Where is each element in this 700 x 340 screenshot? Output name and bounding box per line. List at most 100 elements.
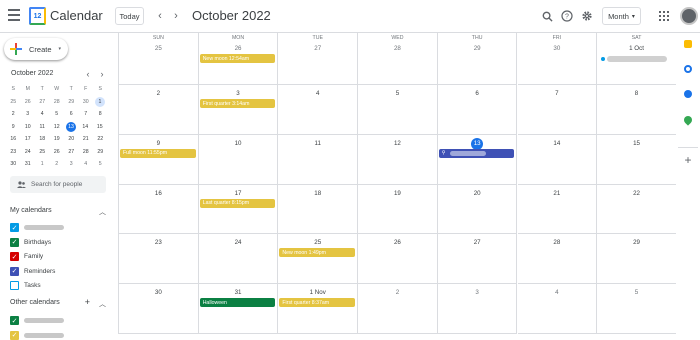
day-number[interactable]: 26 bbox=[358, 239, 437, 246]
calendar-checkbox[interactable]: ✓ bbox=[10, 252, 19, 261]
day-number[interactable]: 8 bbox=[597, 90, 676, 97]
mini-day[interactable]: 11 bbox=[35, 121, 50, 134]
event-chip[interactable]: First quarter 3:14am bbox=[199, 99, 276, 108]
day-number[interactable]: 16 bbox=[119, 190, 198, 197]
mini-day[interactable]: 5 bbox=[50, 108, 65, 121]
calendar-checkbox[interactable]: ✓ bbox=[10, 237, 19, 247]
mini-day[interactable]: 2 bbox=[50, 158, 65, 171]
add-calendar-icon[interactable]: + bbox=[85, 298, 90, 309]
calendar-checkbox[interactable]: ✓ bbox=[10, 266, 19, 276]
day-number[interactable]: 12 bbox=[358, 140, 437, 147]
day-cell[interactable]: 24 bbox=[198, 234, 279, 285]
mini-day-today[interactable]: 13 bbox=[66, 121, 76, 132]
mini-day[interactable]: 9 bbox=[6, 121, 21, 134]
mini-day[interactable]: 25 bbox=[35, 146, 50, 159]
mini-day[interactable]: 24 bbox=[21, 146, 36, 159]
mini-prev-button[interactable]: ‹ bbox=[84, 69, 92, 79]
settings-button[interactable] bbox=[580, 9, 594, 23]
day-number[interactable]: 2 bbox=[358, 289, 437, 296]
calendar-item[interactable]: ✓ bbox=[10, 316, 64, 325]
day-number[interactable]: 28 bbox=[358, 45, 437, 52]
day-number[interactable]: 20 bbox=[438, 190, 517, 197]
main-menu-icon[interactable] bbox=[8, 9, 22, 21]
mini-day[interactable]: 26 bbox=[21, 96, 36, 109]
day-number[interactable]: 17 bbox=[199, 190, 278, 197]
day-number[interactable]: 7 bbox=[518, 90, 597, 97]
day-cell[interactable]: 12 bbox=[358, 134, 438, 185]
day-cell[interactable]: 13 bbox=[437, 134, 518, 185]
day-number[interactable]: 1 Oct bbox=[597, 45, 676, 52]
day-number[interactable]: 22 bbox=[597, 190, 676, 197]
day-number[interactable]: 5 bbox=[597, 289, 676, 296]
mini-day[interactable]: 7 bbox=[79, 108, 94, 121]
calendar-item[interactable]: ✓ Reminders bbox=[10, 266, 55, 276]
mini-day[interactable]: 1 bbox=[35, 158, 50, 171]
day-cell[interactable]: THU 29 bbox=[437, 33, 518, 85]
add-addon-button[interactable]: + bbox=[682, 153, 694, 167]
day-number[interactable]: 29 bbox=[438, 45, 517, 52]
mini-day[interactable]: 14 bbox=[78, 121, 93, 134]
mini-day[interactable]: 31 bbox=[21, 158, 36, 171]
day-number[interactable]: 5 bbox=[358, 90, 437, 97]
day-number-today[interactable]: 13 bbox=[438, 137, 517, 150]
day-number[interactable]: 6 bbox=[438, 90, 517, 97]
mini-day[interactable]: 17 bbox=[21, 133, 36, 146]
day-number[interactable]: 1 Nov bbox=[278, 289, 357, 296]
day-number[interactable]: 9 bbox=[119, 140, 198, 147]
event-chip[interactable]: New moon 12:54am bbox=[199, 54, 276, 63]
mini-next-button[interactable]: › bbox=[98, 69, 106, 79]
day-number[interactable]: 18 bbox=[278, 190, 357, 197]
day-cell[interactable]: 19 bbox=[358, 184, 438, 235]
day-number[interactable]: 29 bbox=[597, 239, 676, 246]
mini-day[interactable]: 4 bbox=[79, 158, 94, 171]
day-number[interactable]: 4 bbox=[518, 289, 597, 296]
day-cell[interactable]: 3 bbox=[198, 85, 279, 135]
search-people-field[interactable]: Search for people bbox=[10, 176, 106, 193]
day-cell[interactable]: 4 bbox=[278, 85, 359, 135]
mini-day[interactable]: 29 bbox=[93, 146, 108, 159]
calendar-checkbox[interactable]: ✓ bbox=[10, 330, 19, 340]
event-chip[interactable]: Full moon 11:55pm bbox=[120, 148, 196, 158]
mini-day[interactable]: 22 bbox=[93, 133, 108, 146]
event-chip[interactable]: Halloween bbox=[199, 298, 276, 308]
mini-day[interactable]: 16 bbox=[6, 133, 21, 146]
day-number[interactable]: 3 bbox=[199, 90, 278, 97]
mini-day[interactable]: 21 bbox=[79, 133, 94, 146]
mini-day[interactable]: 28 bbox=[50, 96, 65, 109]
mini-day[interactable]: 30 bbox=[6, 158, 21, 171]
event-chip[interactable]: ⚲ bbox=[438, 148, 515, 158]
mini-day[interactable]: 4 bbox=[35, 108, 50, 121]
calendar-item[interactable]: ✓ Family bbox=[10, 252, 43, 261]
event-chip[interactable]: First quarter 8:37am bbox=[279, 298, 356, 308]
day-cell[interactable]: 9 bbox=[119, 134, 199, 185]
event-chip[interactable]: Last quarter 8:15pm bbox=[199, 198, 276, 208]
day-number[interactable]: 15 bbox=[597, 140, 676, 147]
day-cell[interactable]: 2 bbox=[119, 85, 199, 135]
day-cell[interactable]: 15 bbox=[597, 134, 677, 185]
day-cell[interactable]: 29 bbox=[597, 234, 677, 285]
mini-day[interactable]: 26 bbox=[50, 146, 65, 159]
calendar-item[interactable]: ✓ bbox=[10, 223, 64, 232]
day-cell[interactable]: 31 bbox=[198, 284, 279, 334]
create-button[interactable]: Create ▾ bbox=[4, 38, 68, 60]
day-cell[interactable]: 5 bbox=[358, 85, 438, 135]
day-number[interactable]: 21 bbox=[518, 190, 597, 197]
mini-day[interactable]: 30 bbox=[79, 96, 94, 109]
day-number[interactable]: 11 bbox=[278, 140, 357, 147]
mini-day[interactable]: 1 bbox=[95, 96, 105, 107]
day-number[interactable]: 30 bbox=[119, 289, 198, 296]
mini-day[interactable]: 23 bbox=[6, 146, 21, 159]
day-number[interactable]: 24 bbox=[199, 239, 278, 246]
day-number[interactable]: 4 bbox=[278, 90, 357, 97]
my-calendars-header[interactable]: My calendars ︿ bbox=[10, 207, 106, 217]
calendar-checkbox[interactable]: ✓ bbox=[10, 316, 19, 325]
calendar-checkbox[interactable]: ✓ bbox=[10, 223, 19, 232]
mini-day[interactable]: 2 bbox=[6, 108, 21, 121]
day-cell[interactable]: WED 28 bbox=[358, 33, 438, 85]
apps-button[interactable] bbox=[657, 9, 671, 23]
mini-day[interactable]: 20 bbox=[64, 133, 79, 146]
day-number[interactable]: 10 bbox=[199, 140, 278, 147]
day-cell[interactable]: 10 bbox=[198, 134, 279, 185]
day-cell[interactable]: 30 bbox=[119, 284, 199, 334]
mini-day[interactable]: 18 bbox=[35, 133, 50, 146]
